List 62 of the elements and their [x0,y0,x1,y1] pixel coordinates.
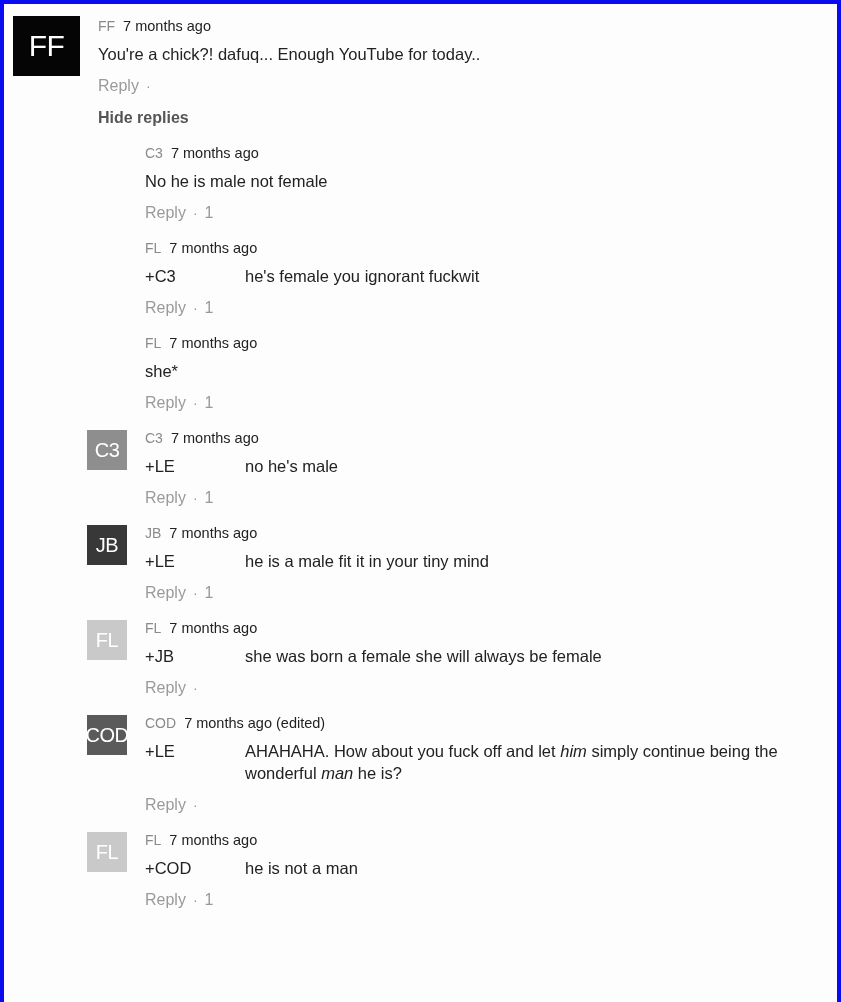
comment-time: 7 months ago [169,240,258,256]
reply-link[interactable]: Reply [145,394,186,412]
author-name: FL [145,335,162,351]
avatar: COD [87,715,127,755]
mention: +JB [145,646,175,667]
comment-text: he is a male fit it in your tiny mind [245,551,489,572]
reply-link[interactable]: Reply [145,204,186,222]
like-count: 1 [204,299,214,317]
separator-dot: · [145,78,151,94]
avatar: JB [87,525,127,565]
reply-link[interactable]: Reply [145,891,186,909]
reply-link[interactable]: Reply [145,299,186,317]
like-count: 1 [204,489,214,507]
reply-link[interactable]: Reply [145,796,186,814]
author-name: FF [98,18,116,34]
like-count: 1 [204,891,214,909]
like-count: 1 [204,584,214,602]
mention: +LE [145,456,176,477]
comment-time: 7 months ago [170,430,259,446]
comment-text: she was born a female she will always be female [245,646,602,667]
hide-replies-link[interactable]: Hide replies [98,109,189,127]
author-name: FL [145,832,162,848]
avatar: C3 [87,430,127,470]
separator-dot: · [192,205,198,221]
comment-time: 7 months ago (edited) [184,715,326,731]
author-name: C3 [145,145,163,161]
author-name: FL [145,620,162,636]
mention: +LE [145,741,176,762]
comment-time: 7 months ago [169,620,258,636]
comment-text: she* [145,361,179,382]
author-name: FL [145,240,162,256]
comment-time: 7 months ago [169,335,258,351]
separator-dot: · [192,892,198,908]
comment-time: 7 months ago [169,832,258,848]
separator-dot: · [192,490,198,506]
mention: +COD [145,858,193,879]
reply-link[interactable]: Reply [145,679,186,697]
mention: +LE [145,551,176,572]
reply-link[interactable]: Reply [145,489,186,507]
avatar: FF [13,16,80,76]
separator-dot: · [192,585,198,601]
mention: +C3 [145,266,177,287]
comment-text: no he's male [245,456,339,477]
separator-dot: · [192,680,198,696]
reply-link[interactable]: Reply [145,584,186,602]
comment-time: 7 months ago [169,525,258,541]
separator-dot: · [192,300,198,316]
author-name: JB [145,525,162,541]
comment-text: You're a chick?! dafuq... Enough YouTube for today.. [98,44,481,65]
author-name: C3 [145,430,163,446]
comment-time: 7 months ago [170,145,259,161]
comment-text: he's female you ignorant fuckwit [245,266,480,287]
reply-link[interactable]: Reply [98,77,139,95]
like-count: 1 [204,394,214,412]
comment-time: 7 months ago [123,18,211,34]
comment-text: AHAHAHA. How about you fuck off and let him simply continue being the wonderful man he is? [245,741,779,784]
separator-dot: · [192,395,198,411]
author-name: COD [145,715,177,731]
comment-text: he is not a man [245,858,358,879]
comment-text: No he is male not female [145,171,328,192]
like-count: 1 [204,204,214,222]
separator-dot: · [192,797,198,813]
